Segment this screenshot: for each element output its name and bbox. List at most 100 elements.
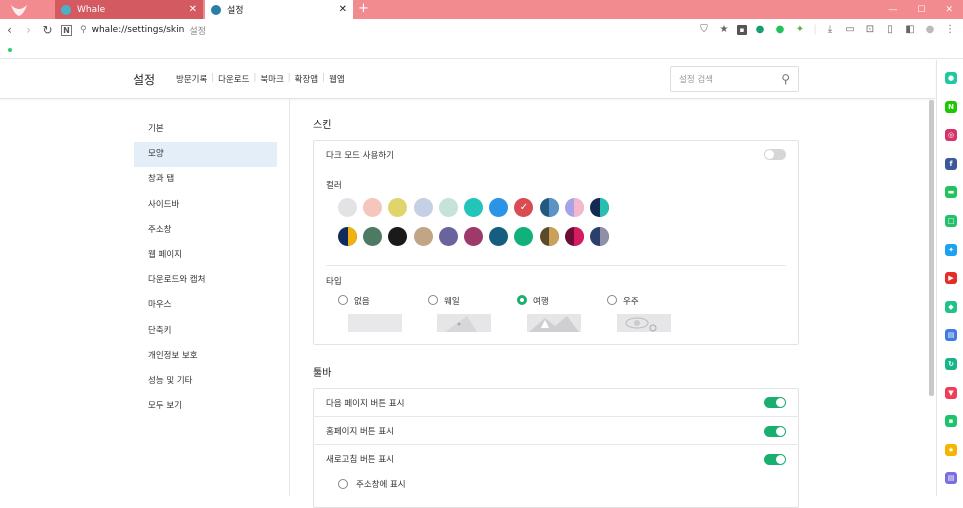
type-none-radio[interactable] bbox=[338, 295, 348, 305]
notification-icon[interactable]: ◆ bbox=[945, 300, 957, 313]
close-window-button[interactable]: ✕ bbox=[945, 5, 953, 15]
site-info-icon[interactable]: ⚲ bbox=[80, 25, 87, 35]
reload-icon[interactable]: ↻ bbox=[38, 23, 57, 37]
pocket-icon[interactable]: ▼ bbox=[945, 386, 957, 399]
color-swatch[interactable] bbox=[413, 198, 433, 217]
nav-bookmarks[interactable]: 북마크 bbox=[256, 73, 287, 85]
color-swatch[interactable] bbox=[464, 198, 483, 217]
menu-item[interactable]: 성능 및 기타 bbox=[134, 369, 277, 394]
extension-icon[interactable]: ▪ bbox=[737, 25, 747, 35]
sidebar-toggle-icon[interactable]: ◧ bbox=[903, 22, 917, 38]
color-swatch[interactable] bbox=[539, 198, 559, 217]
menu-item[interactable]: 모양 bbox=[134, 142, 277, 168]
color-swatch[interactable] bbox=[338, 227, 357, 246]
color-swatch[interactable] bbox=[489, 198, 509, 217]
favorites-icon[interactable]: ★ bbox=[945, 443, 957, 456]
color-swatch[interactable] bbox=[590, 198, 609, 217]
maximize-button[interactable]: ☐ bbox=[917, 5, 925, 15]
type-none-thumbnail[interactable] bbox=[348, 314, 402, 332]
color-swatch[interactable] bbox=[564, 198, 584, 217]
color-swatch[interactable] bbox=[388, 227, 408, 246]
tab-close-icon[interactable]: ✕ bbox=[189, 4, 197, 15]
reload-button-toggle[interactable] bbox=[764, 454, 786, 465]
dark-mode-toggle[interactable] bbox=[764, 149, 786, 160]
color-swatch[interactable] bbox=[539, 227, 559, 246]
type-whale-thumbnail[interactable] bbox=[437, 314, 491, 332]
download-icon[interactable]: ⤓ bbox=[823, 22, 837, 38]
color-swatch[interactable] bbox=[514, 227, 534, 246]
home-button-toggle[interactable] bbox=[764, 426, 786, 437]
menu-item[interactable]: 개인정보 보호 bbox=[134, 344, 277, 369]
band-icon[interactable]: □ bbox=[945, 215, 957, 227]
forward-icon[interactable]: › bbox=[19, 23, 38, 37]
menu-item[interactable]: 기본 bbox=[134, 117, 277, 142]
menu-item[interactable]: 웹 페이지 bbox=[134, 243, 277, 268]
puzzle-icon[interactable]: ✦ bbox=[793, 22, 807, 38]
menu-item[interactable]: 창과 탭 bbox=[134, 167, 277, 192]
scrollbar-thumb[interactable] bbox=[929, 100, 934, 396]
menu-item[interactable]: 모두 보기 bbox=[134, 394, 277, 419]
facebook-icon[interactable]: f bbox=[945, 157, 957, 170]
instagram-icon[interactable]: ◎ bbox=[945, 129, 957, 142]
memo-icon[interactable]: ▤ bbox=[945, 329, 957, 342]
calculator-icon[interactable]: ▪ bbox=[945, 415, 957, 428]
nav-webapps[interactable]: 웹앱 bbox=[325, 73, 349, 85]
nav-downloads[interactable]: 다운로드 bbox=[214, 73, 253, 85]
url-field[interactable]: ⚲ whale://settings/skin 설정 bbox=[80, 24, 206, 37]
color-swatch[interactable] bbox=[413, 227, 433, 246]
color-swatch[interactable] bbox=[338, 198, 357, 217]
menu-item[interactable]: 단축키 bbox=[134, 319, 277, 344]
translate-icon[interactable]: ↻ bbox=[945, 358, 957, 370]
settings-search-input[interactable]: 설정 검색 ⚲ bbox=[670, 66, 799, 92]
menu-item[interactable]: 주소창 bbox=[134, 218, 277, 243]
shield-icon[interactable]: ⛉ bbox=[697, 22, 711, 38]
whale-space-icon[interactable]: ● bbox=[945, 72, 957, 84]
tab-close-icon[interactable]: ✕ bbox=[339, 4, 347, 15]
color-swatch[interactable] bbox=[564, 227, 584, 246]
video-icon[interactable]: ▭ bbox=[843, 22, 857, 38]
more-icon[interactable]: ▤ bbox=[945, 472, 957, 485]
color-swatch[interactable]: ✓ bbox=[514, 198, 534, 217]
bookmark-star-icon[interactable]: ★ bbox=[717, 22, 731, 38]
color-swatch[interactable] bbox=[489, 227, 509, 246]
color-swatch[interactable] bbox=[363, 227, 383, 246]
color-swatch[interactable] bbox=[438, 227, 458, 246]
profile-icon[interactable]: ● bbox=[923, 22, 937, 38]
grammarly-icon[interactable]: ● bbox=[753, 22, 767, 38]
type-travel-thumbnail[interactable] bbox=[527, 314, 581, 332]
type-travel-radio[interactable] bbox=[517, 295, 527, 305]
back-icon[interactable]: ‹ bbox=[0, 23, 19, 37]
show-in-address-bar-radio[interactable] bbox=[338, 479, 348, 489]
color-swatch[interactable] bbox=[363, 198, 383, 217]
line-icon[interactable]: ● bbox=[773, 22, 787, 38]
color-swatch[interactable] bbox=[590, 227, 609, 246]
color-swatch[interactable] bbox=[438, 198, 458, 217]
menu-item[interactable]: 마우스 bbox=[134, 293, 277, 318]
naver-icon[interactable]: N bbox=[945, 100, 957, 113]
twitter-icon[interactable]: ✦ bbox=[945, 243, 957, 256]
search-icon[interactable]: ⚲ bbox=[781, 72, 790, 86]
menu-item[interactable]: 사이드바 bbox=[134, 193, 277, 218]
color-swatch[interactable] bbox=[388, 198, 408, 217]
search-placeholder: 설정 검색 bbox=[679, 75, 713, 85]
reader-icon[interactable]: ▯ bbox=[883, 22, 897, 38]
nav-history[interactable]: 방문기록 bbox=[172, 73, 211, 85]
naver-home-icon[interactable]: N bbox=[61, 24, 72, 36]
nav-extensions[interactable]: 확장앱 bbox=[291, 73, 322, 85]
youtube-icon[interactable]: ▶ bbox=[945, 272, 957, 285]
capture-icon[interactable]: ⊡ bbox=[863, 22, 877, 38]
tab-whale[interactable]: Whale ✕ bbox=[55, 0, 203, 19]
line-icon[interactable]: ▬ bbox=[945, 186, 957, 199]
minimize-button[interactable]: — bbox=[888, 5, 897, 15]
menu-item[interactable]: 다운로드와 캡처 bbox=[134, 268, 277, 293]
row-divider bbox=[314, 416, 798, 417]
type-space-thumbnail[interactable] bbox=[617, 314, 671, 332]
type-whale-radio[interactable] bbox=[428, 295, 438, 305]
type-space-radio[interactable] bbox=[607, 295, 617, 305]
scrollbar[interactable] bbox=[929, 100, 934, 496]
next-page-button-toggle[interactable] bbox=[764, 397, 786, 408]
color-swatch[interactable] bbox=[464, 227, 483, 246]
menu-icon[interactable]: ⋮ bbox=[943, 22, 957, 38]
tab-settings[interactable]: 설정 ✕ bbox=[205, 0, 353, 19]
new-tab-button[interactable]: + bbox=[358, 1, 369, 17]
